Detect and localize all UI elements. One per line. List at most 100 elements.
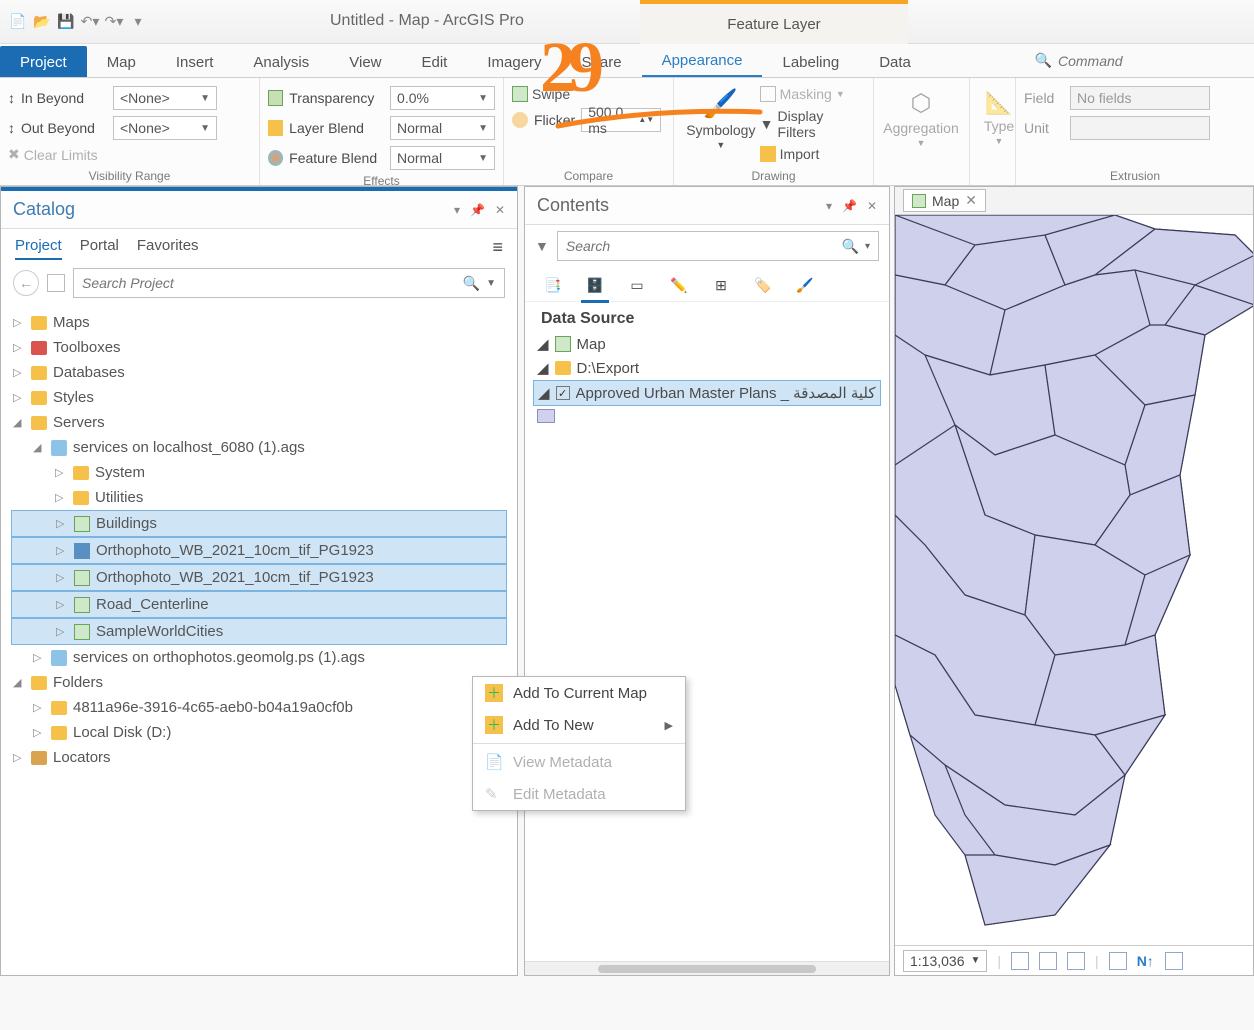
swipe-button[interactable]: Swipe bbox=[512, 86, 665, 102]
tab-imagery[interactable]: Imagery bbox=[467, 46, 561, 77]
tree-road[interactable]: ▷Road_Centerline bbox=[11, 591, 507, 618]
list-by-snapping-icon[interactable]: ⊞ bbox=[709, 273, 733, 297]
type-button[interactable]: 📐 Type▼ bbox=[978, 82, 1020, 154]
tab-data[interactable]: Data bbox=[859, 46, 931, 77]
tree-server-localhost[interactable]: ◢services on localhost_6080 (1).ags bbox=[11, 435, 507, 460]
redo-icon[interactable]: ↷▾ bbox=[104, 12, 124, 32]
tree-ortho2[interactable]: ▷Orthophoto_WB_2021_10cm_tif_PG1923 bbox=[11, 564, 507, 591]
tree-system[interactable]: ▷System bbox=[11, 460, 507, 485]
layer-blend-combo[interactable]: Normal▼ bbox=[390, 116, 495, 140]
layer-visibility-checkbox[interactable]: ✓ bbox=[556, 386, 570, 400]
clear-limits-button[interactable]: ✖Clear Limits bbox=[8, 146, 251, 163]
panel-options-icon[interactable]: ▾ bbox=[826, 199, 832, 213]
pause-drawing-icon[interactable] bbox=[1165, 952, 1183, 970]
search-dropdown-icon[interactable]: ▾ bbox=[865, 241, 870, 252]
tree-styles[interactable]: ▷Styles bbox=[11, 385, 507, 410]
unit-combo[interactable] bbox=[1070, 116, 1210, 140]
tree-servers[interactable]: ◢Servers bbox=[11, 410, 507, 435]
catalog-search[interactable]: 🔍 ▼ bbox=[73, 268, 505, 298]
save-project-icon[interactable]: 💾 bbox=[56, 12, 76, 32]
map-scale-combo[interactable]: 1:13,036▼ bbox=[903, 950, 987, 972]
search-icon[interactable]: 🔍 bbox=[842, 238, 859, 255]
panel-close-icon[interactable]: ✕ bbox=[867, 199, 877, 213]
display-filters-button[interactable]: ▼Display Filters bbox=[760, 108, 865, 140]
back-button[interactable]: ← bbox=[13, 270, 39, 296]
aggregation-button[interactable]: ⬡ Aggregation▼ bbox=[882, 82, 960, 154]
open-project-icon[interactable]: 📂 bbox=[32, 12, 52, 32]
flicker-spinner[interactable]: 500.0 ms▲▼ bbox=[581, 108, 661, 132]
subtab-favorites[interactable]: Favorites bbox=[137, 237, 199, 260]
tab-view[interactable]: View bbox=[329, 46, 401, 77]
tab-map[interactable]: Map bbox=[87, 46, 156, 77]
map-canvas[interactable] bbox=[895, 215, 1253, 945]
home-icon[interactable] bbox=[47, 274, 65, 292]
tree-sample[interactable]: ▷SampleWorldCities bbox=[11, 618, 507, 645]
folder-icon bbox=[31, 676, 47, 690]
panel-close-icon[interactable]: ✕ bbox=[495, 203, 505, 217]
snapping-icon[interactable] bbox=[1109, 952, 1127, 970]
tab-analysis[interactable]: Analysis bbox=[233, 46, 329, 77]
symbology-button[interactable]: 🖌️ Symbology▼ bbox=[682, 82, 760, 154]
panel-pin-icon[interactable]: 📌 bbox=[842, 199, 857, 213]
tree-maps[interactable]: ▷Maps bbox=[11, 310, 507, 335]
new-project-icon[interactable]: 📄 bbox=[8, 12, 28, 32]
tab-appearance[interactable]: Appearance bbox=[642, 44, 763, 77]
tree-server-orthophotos[interactable]: ▷services on orthophotos.geomolg.ps (1).… bbox=[11, 645, 507, 670]
tree-folder-guid[interactable]: ▷4811a96e-3916-4c65-aeb0-b04a19a0cf0b bbox=[11, 695, 507, 720]
panel-pin-icon[interactable]: 📌 bbox=[470, 203, 485, 217]
in-beyond-combo[interactable]: <None>▼ bbox=[113, 86, 217, 110]
tree-toolboxes[interactable]: ▷Toolboxes bbox=[11, 335, 507, 360]
feature-blend-combo[interactable]: Normal▼ bbox=[390, 146, 495, 170]
tab-edit[interactable]: Edit bbox=[402, 46, 468, 77]
catalog-search-input[interactable] bbox=[82, 275, 463, 291]
tree-locators[interactable]: ▷Locators bbox=[11, 745, 507, 770]
list-by-perspective-icon[interactable]: 🖌️ bbox=[793, 273, 817, 297]
list-by-selection-icon[interactable]: ▭ bbox=[625, 273, 649, 297]
ribbon-search[interactable]: 🔍 bbox=[1021, 44, 1254, 77]
layer-symbol[interactable] bbox=[533, 406, 881, 426]
tab-share[interactable]: Share bbox=[562, 46, 642, 77]
out-beyond-combo[interactable]: <None>▼ bbox=[113, 116, 217, 140]
subtab-portal[interactable]: Portal bbox=[80, 237, 119, 260]
tab-labeling[interactable]: Labeling bbox=[762, 46, 859, 77]
subtab-project[interactable]: Project bbox=[15, 237, 62, 260]
undo-icon[interactable]: ↶▾ bbox=[80, 12, 100, 32]
transparency-combo[interactable]: 0.0%▼ bbox=[390, 86, 495, 110]
select-tool-icon[interactable] bbox=[1011, 952, 1029, 970]
map-tab[interactable]: Map✕ bbox=[903, 189, 986, 212]
tab-insert[interactable]: Insert bbox=[156, 46, 234, 77]
tree-ortho1[interactable]: ▷Orthophoto_WB_2021_10cm_tif_PG1923 bbox=[11, 537, 507, 564]
list-by-labeling-icon[interactable]: 🏷️ bbox=[751, 273, 775, 297]
ribbon-search-input[interactable] bbox=[1058, 53, 1240, 69]
map-node[interactable]: ◢Map bbox=[533, 332, 881, 356]
close-icon[interactable]: ✕ bbox=[965, 192, 977, 209]
layer-approved-plans[interactable]: ◢ ✓ Approved Urban Master Plans _ كلية ا… bbox=[533, 380, 881, 406]
source-node[interactable]: ◢D:\Export bbox=[533, 356, 881, 380]
tree-local-disk[interactable]: ▷Local Disk (D:) bbox=[11, 720, 507, 745]
tree-databases[interactable]: ▷Databases bbox=[11, 360, 507, 385]
tree-buildings[interactable]: ▷Buildings bbox=[11, 510, 507, 537]
panel-options-icon[interactable]: ▾ bbox=[454, 203, 460, 217]
ctx-add-current-map[interactable]: ＋Add To Current Map bbox=[473, 677, 685, 709]
contents-search[interactable]: 🔍 ▾ bbox=[557, 231, 879, 261]
import-button[interactable]: Import bbox=[760, 146, 865, 162]
search-icon[interactable]: 🔍 bbox=[463, 275, 480, 292]
horizontal-scrollbar[interactable] bbox=[598, 965, 816, 973]
list-by-drawing-icon[interactable]: 📑 bbox=[541, 273, 565, 297]
explore-tool-icon[interactable] bbox=[1039, 952, 1057, 970]
grid-icon[interactable] bbox=[1067, 952, 1085, 970]
menu-icon[interactable]: ≡ bbox=[492, 237, 503, 260]
search-dropdown-icon[interactable]: ▼ bbox=[486, 278, 496, 289]
contents-search-input[interactable] bbox=[566, 238, 842, 254]
tree-utilities[interactable]: ▷Utilities bbox=[11, 485, 507, 510]
ctx-add-new[interactable]: ＋Add To New▶ bbox=[473, 709, 685, 741]
north-arrow-icon[interactable]: N↑ bbox=[1137, 952, 1155, 970]
field-combo[interactable]: No fields bbox=[1070, 86, 1210, 110]
qat-customize-icon[interactable]: ▾ bbox=[128, 12, 148, 32]
tree-folders[interactable]: ◢Folders bbox=[11, 670, 507, 695]
list-by-source-icon[interactable]: 🗄️ bbox=[583, 273, 607, 297]
masking-button[interactable]: Masking▼ bbox=[760, 86, 865, 102]
filter-icon[interactable]: ▼ bbox=[535, 238, 549, 254]
list-by-editing-icon[interactable]: ✏️ bbox=[667, 273, 691, 297]
tab-project[interactable]: Project bbox=[0, 46, 87, 77]
